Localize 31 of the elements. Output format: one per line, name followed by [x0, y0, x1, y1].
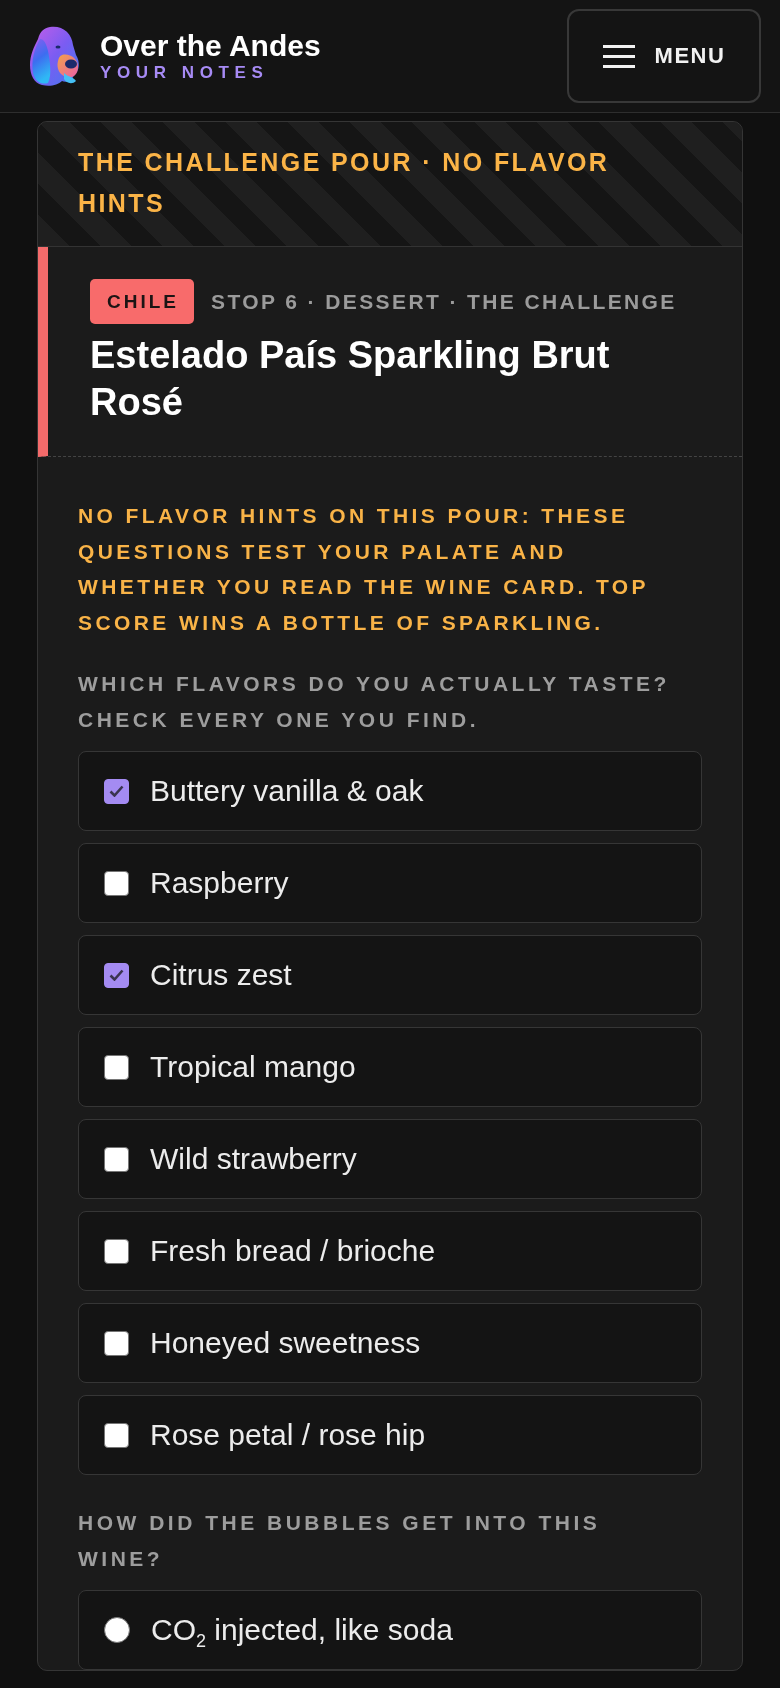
checkbox[interactable] [104, 870, 129, 896]
question-prompt: HOW DID THE BUBBLES GET INTO THIS WINE? [78, 1510, 602, 1572]
checkmark-icon [109, 785, 124, 797]
checkbox[interactable] [104, 1054, 129, 1080]
checkbox-option[interactable]: Buttery vanilla & oak [78, 751, 702, 831]
challenge-banner: THE CHALLENGE POUR · NO FLAVOR HINTS [38, 122, 742, 247]
question-prompt: WHICH FLAVORS DO YOU ACTUALLY TASTE? CHECK EVERY ONE YOU FIND. [78, 671, 671, 733]
checkbox[interactable] [104, 1330, 129, 1356]
checkbox-option[interactable]: Wild strawberry [78, 1119, 702, 1199]
menu-button[interactable]: MENU [567, 9, 761, 103]
checkbox-option[interactable]: Rose petal / rose hip [78, 1395, 702, 1475]
notice-text: NO FLAVOR HINTS ON THIS POUR: THESE QUESTIONS TEST YOUR PALATE AND WHETHER YOU READ THE WINE CARD. TOP SCORE WINS A BOTTLE OF SPARKLING. [78, 503, 650, 636]
checkbox-option[interactable]: Honeyed sweetness [78, 1303, 702, 1383]
checkmark-icon [109, 969, 124, 981]
checkbox[interactable] [104, 1422, 129, 1448]
checkbox-option[interactable]: Raspberry [78, 843, 702, 923]
checkbox[interactable] [104, 1146, 129, 1172]
app-title: Over the Andes [100, 29, 321, 63]
app-subtitle: YOUR NOTES [100, 63, 270, 83]
checkbox[interactable] [104, 778, 129, 804]
country-badge: CHILE [90, 279, 194, 324]
checkbox-option[interactable]: Citrus zest [78, 935, 702, 1015]
radio-option[interactable]: CO$_{2}$ injected, like soda [78, 1590, 702, 1670]
radio-button[interactable] [104, 1617, 130, 1643]
checkbox[interactable] [104, 962, 129, 988]
wine-name: Estelado País Sparkling Brut Rosé [90, 333, 611, 425]
wine-meta: STOP 6 · DESSERT · THE CHALLENGE [211, 289, 677, 314]
menu-icon [602, 44, 635, 68]
checkbox-option[interactable]: Fresh bread / brioche [78, 1211, 702, 1291]
checkbox[interactable] [104, 1238, 129, 1264]
checkbox-option[interactable]: Tropical mango [78, 1027, 702, 1107]
